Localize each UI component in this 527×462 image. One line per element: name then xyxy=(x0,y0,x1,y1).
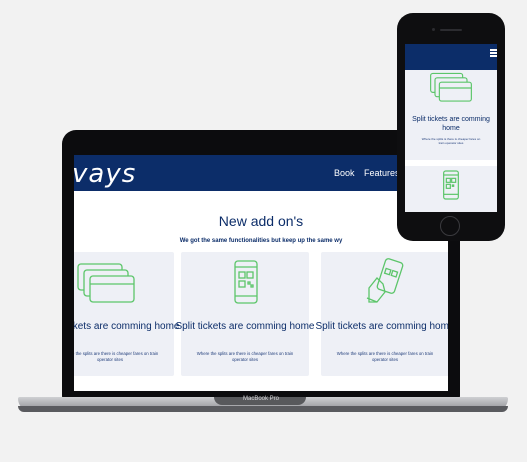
feature-card[interactable]: Split tickets are comming home Where the… xyxy=(316,252,448,376)
phone-speaker xyxy=(440,29,462,31)
phone-feature-card[interactable]: Split tickets are comming home Where the… xyxy=(405,70,497,160)
nav-link-book[interactable]: Book xyxy=(334,168,355,178)
tickets-icon xyxy=(77,263,135,303)
phone-camera xyxy=(432,28,435,31)
laptop-base-lip xyxy=(18,406,508,412)
phone-screen: Split tickets are comming home Where the… xyxy=(405,44,497,212)
card-text: Where the splits are there is cheaper fa… xyxy=(336,351,434,362)
feature-card[interactable]: Split tickets are comming home Where the… xyxy=(74,252,179,376)
tickets-icon xyxy=(430,72,472,102)
site-logo[interactable]: vays xyxy=(74,159,136,189)
site-navbar: vays Book Features xyxy=(74,155,448,191)
nav-link-features[interactable]: Features xyxy=(364,168,400,178)
qr-phone-icon xyxy=(234,260,258,304)
hamburger-menu-icon[interactable] xyxy=(405,44,497,70)
laptop-model-label: MacBook Pro xyxy=(242,396,279,402)
card-text: Where the splits are there is cheaper fa… xyxy=(196,351,294,362)
feature-card[interactable]: Split tickets are comming home Where the… xyxy=(176,252,314,376)
hand-phone-icon xyxy=(366,258,404,303)
phone-feature-card[interactable] xyxy=(405,166,497,212)
card-title: Split tickets are comming home xyxy=(315,321,448,332)
card-text: Where the splits are there is cheaper fa… xyxy=(74,351,159,362)
phone-navbar xyxy=(405,44,497,70)
laptop-screen: vays Book Features New add on's We got t… xyxy=(74,155,448,391)
phone-card-text: Where the splits is there is cheaper far… xyxy=(421,137,481,145)
phone-home-button[interactable] xyxy=(440,216,460,236)
qr-phone-icon xyxy=(443,170,459,200)
section-subtitle: We got the same functionalities but keep… xyxy=(179,238,343,244)
phone-card-title: Split tickets are comming home xyxy=(412,116,490,132)
section-title: New add on's xyxy=(218,213,304,229)
